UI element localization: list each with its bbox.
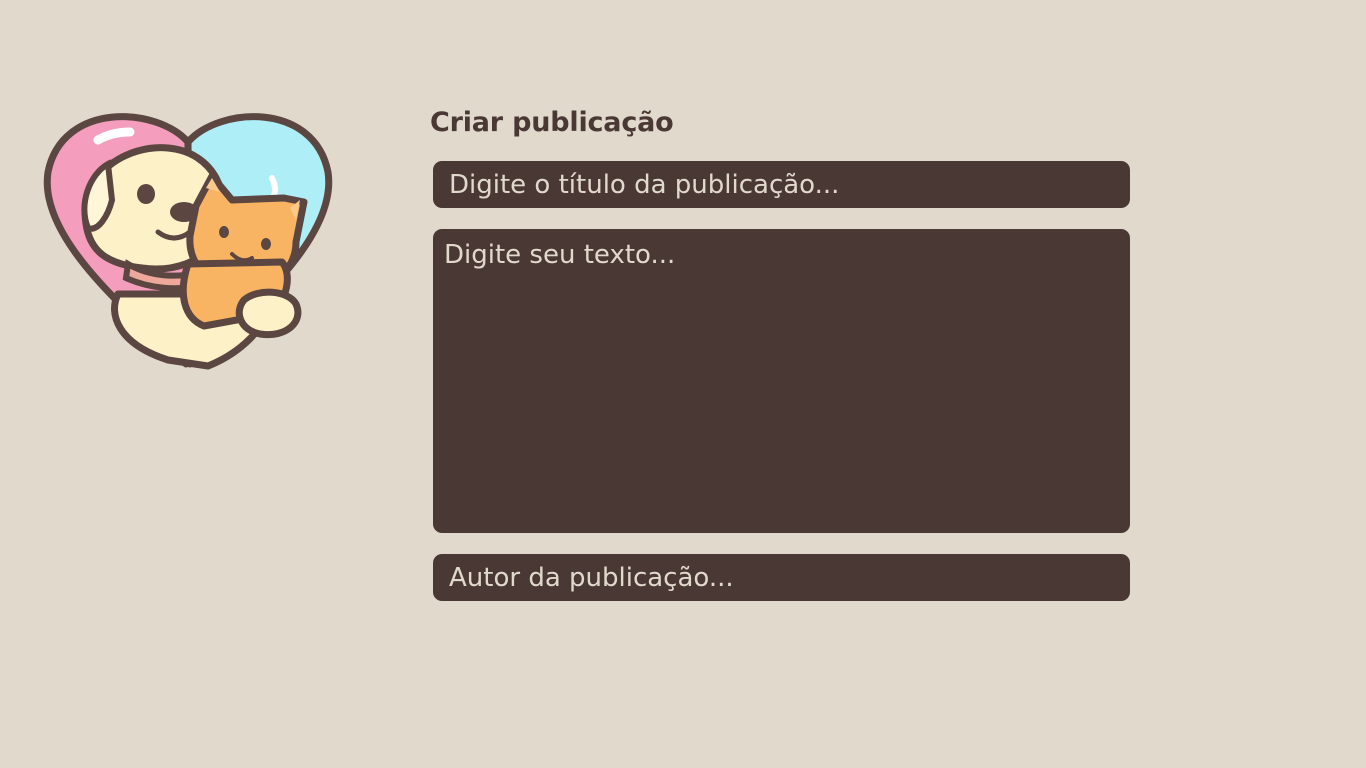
post-body-textarea[interactable] [433, 229, 1130, 533]
create-post-form: Criar publicação [430, 104, 1130, 601]
dog-and-cat-heart-icon [38, 104, 338, 372]
form-heading: Criar publicação [430, 107, 674, 138]
post-title-input[interactable] [433, 161, 1130, 208]
post-author-input[interactable] [433, 554, 1130, 601]
create-post-page: Criar publicação [0, 0, 1366, 768]
